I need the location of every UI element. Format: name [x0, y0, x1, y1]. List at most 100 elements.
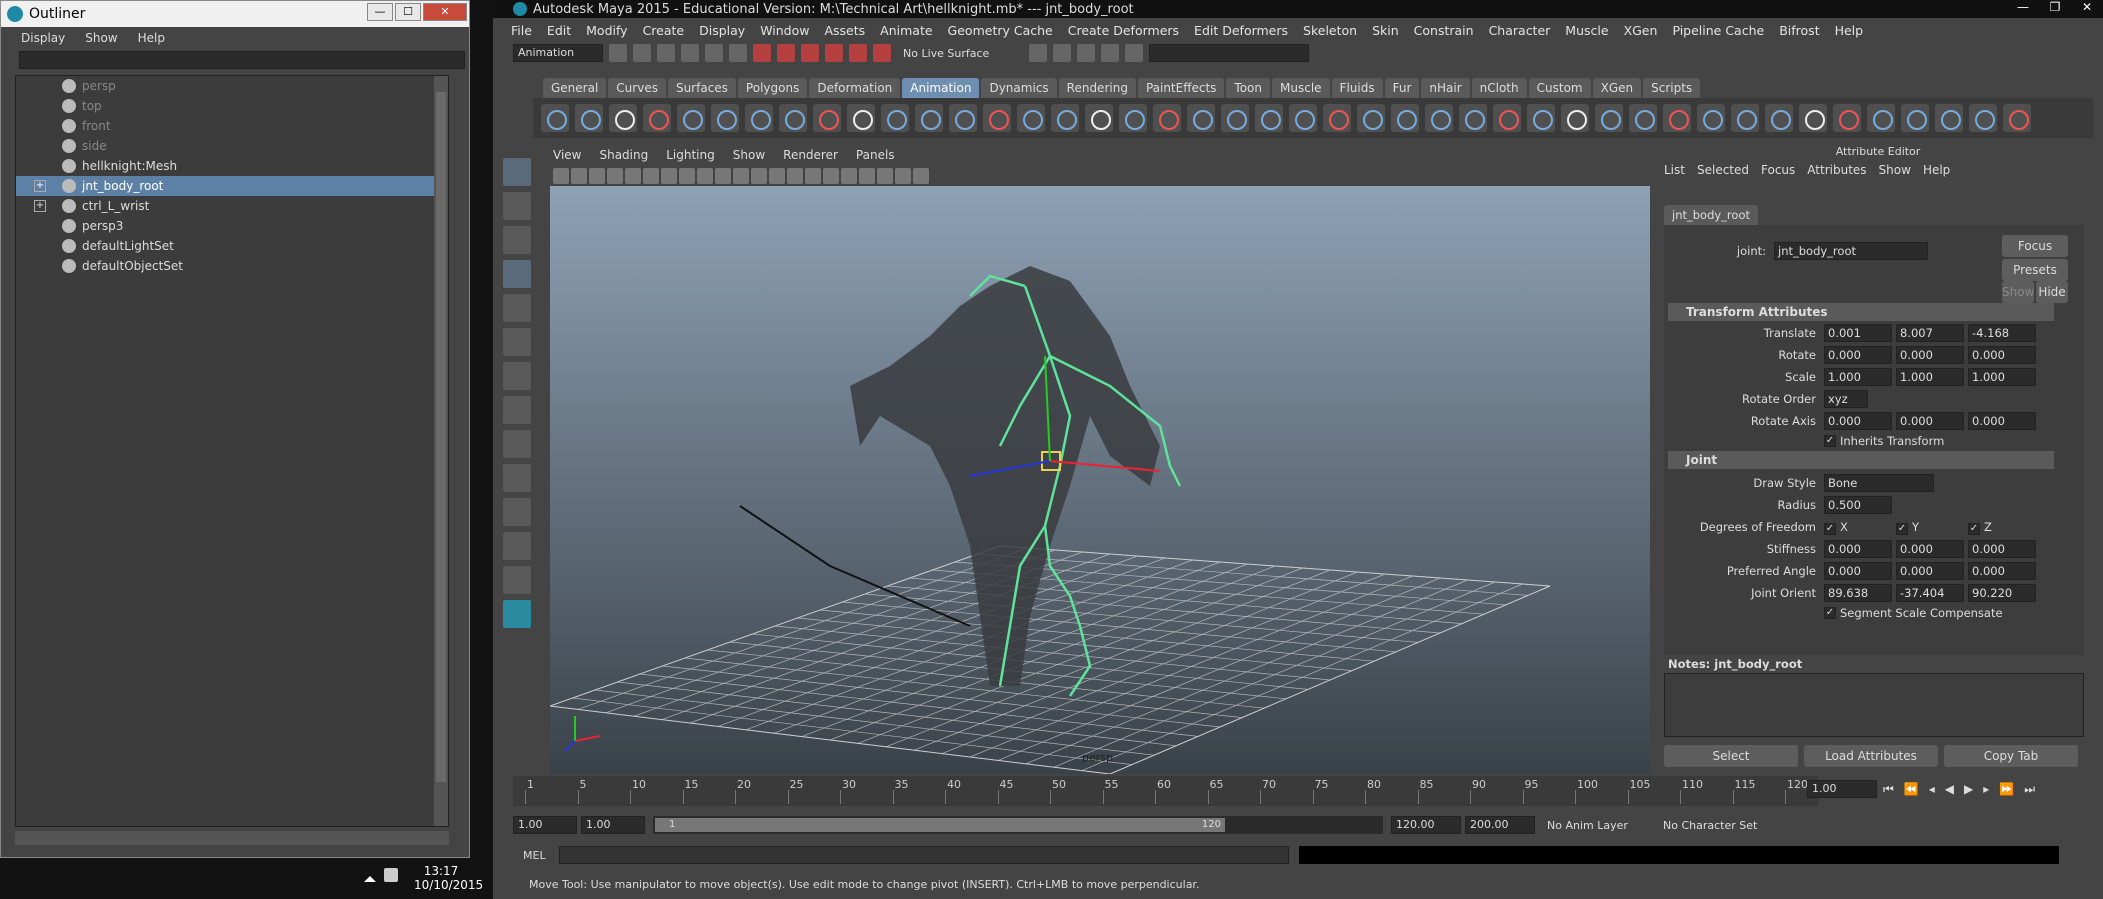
menu-create-deformers[interactable]: Create Deformers	[1068, 23, 1179, 38]
menu-bifrost[interactable]: Bifrost	[1779, 23, 1819, 38]
shelf-tool-icon[interactable]	[677, 104, 705, 132]
inherits-transform-checkbox[interactable]: ✓	[1824, 435, 1836, 447]
shelf-tool-icon[interactable]	[1153, 104, 1181, 132]
speaker-muted-icon[interactable]	[384, 868, 398, 882]
hypershade-icon[interactable]	[503, 566, 531, 594]
rotate-x-field[interactable]: 0.000	[1824, 346, 1892, 364]
translate-y-field[interactable]: 8.007	[1896, 324, 1964, 342]
maya-help-icon[interactable]	[503, 600, 531, 628]
shelf-tool-icon[interactable]	[1935, 104, 1963, 132]
shelf-tool-icon[interactable]	[1663, 104, 1691, 132]
viewport-menu-view[interactable]: View	[553, 148, 581, 166]
shelf-tab-ncloth[interactable]: nCloth	[1471, 78, 1527, 98]
grid-toggle-icon[interactable]	[625, 168, 641, 184]
time-slider[interactable]: 1 5 10 15 20 25 30 35 40 45 50 55 60 65 70 75 80 85 90 95 10…	[513, 776, 1818, 806]
preferred-angle-x-field[interactable]: 0.000	[1824, 562, 1892, 580]
xray-icon[interactable]	[895, 168, 911, 184]
menu-constrain[interactable]: Constrain	[1414, 23, 1474, 38]
wireframe-icon[interactable]	[733, 168, 749, 184]
shelf-tab-xgen[interactable]: XGen	[1592, 78, 1642, 98]
shelf-tab-curves[interactable]: Curves	[608, 78, 666, 98]
shelf-tool-icon[interactable]	[949, 104, 977, 132]
shelf-tab-scripts[interactable]: Scripts	[1643, 78, 1701, 98]
menu-edit-deformers[interactable]: Edit Deformers	[1194, 23, 1288, 38]
smooth-shade-icon[interactable]	[751, 168, 767, 184]
viewport-menu-lighting[interactable]: Lighting	[666, 148, 715, 166]
shelf-tool-icon[interactable]	[1085, 104, 1113, 132]
stiffness-z-field[interactable]: 0.000	[1968, 540, 2036, 558]
select-hierarchy-icon[interactable]	[681, 44, 699, 62]
viewport-menu-show[interactable]: Show	[733, 148, 765, 166]
close-button[interactable]: ✕	[423, 3, 467, 21]
viewport-menu-panels[interactable]: Panels	[856, 148, 895, 166]
go-to-start-icon[interactable]: ⏮	[1883, 782, 1894, 797]
shadows-icon[interactable]	[823, 168, 839, 184]
current-time-field[interactable]: 1.00	[1807, 780, 1877, 798]
shelf-tool-icon[interactable]	[1969, 104, 1997, 132]
snap-grid-icon[interactable]	[753, 44, 771, 62]
ambient-occlusion-icon[interactable]	[841, 168, 857, 184]
maya-minimize-button[interactable]: —	[2007, 0, 2039, 18]
viewport-menu-renderer[interactable]: Renderer	[783, 148, 838, 166]
quick-input-field[interactable]	[1149, 44, 1309, 62]
shelf-tool-icon[interactable]	[1561, 104, 1589, 132]
2d-pan-icon[interactable]	[607, 168, 623, 184]
outliner-menu-display[interactable]: Display	[21, 31, 65, 45]
safe-action-icon[interactable]	[715, 168, 731, 184]
outliner-item[interactable]: persp3	[16, 216, 448, 236]
shelf-tool-icon[interactable]	[745, 104, 773, 132]
camera-attr-icon[interactable]	[553, 168, 569, 184]
shelf-tool-icon[interactable]	[915, 104, 943, 132]
outliner-item[interactable]: + ctrl_L_wrist	[16, 196, 448, 216]
shelf-tool-icon[interactable]	[1357, 104, 1385, 132]
minimize-button[interactable]: —	[367, 3, 393, 21]
rotate-axis-z-field[interactable]: 0.000	[1968, 412, 2036, 430]
shelf-tab-general[interactable]: General	[543, 78, 607, 98]
draw-style-dropdown[interactable]: Bone	[1824, 474, 1934, 492]
snap-curve-icon[interactable]	[777, 44, 795, 62]
dope-sheet-icon[interactable]	[503, 532, 531, 560]
menu-muscle[interactable]: Muscle	[1565, 23, 1608, 38]
make-live-icon[interactable]	[873, 44, 891, 62]
maximize-button[interactable]: ☐	[395, 3, 421, 21]
menu-help[interactable]: Help	[1835, 23, 1864, 38]
shelf-tool-icon[interactable]	[847, 104, 875, 132]
copy-tab-button[interactable]: Copy Tab	[1944, 745, 2078, 767]
menu-edit[interactable]: Edit	[547, 23, 571, 38]
step-back-frame-icon[interactable]: ◂	[1929, 782, 1935, 797]
shelf-tool-icon[interactable]	[541, 104, 569, 132]
shelf-tab-nhair[interactable]: nHair	[1421, 78, 1470, 98]
outliner-vscrollbar[interactable]	[434, 76, 448, 826]
select-component-icon[interactable]	[729, 44, 747, 62]
shelf-tab-deformation[interactable]: Deformation	[809, 78, 901, 98]
move-tool-icon[interactable]	[503, 260, 531, 288]
rotate-axis-y-field[interactable]: 0.000	[1896, 412, 1964, 430]
shelf-tool-icon[interactable]	[1017, 104, 1045, 132]
shelf-tool-icon[interactable]	[575, 104, 603, 132]
render-settings-icon[interactable]	[1101, 44, 1119, 62]
shelf-tool-icon[interactable]	[1799, 104, 1827, 132]
step-forward-frame-icon[interactable]: ▸	[1983, 782, 1989, 797]
shelf-tool-icon[interactable]	[1901, 104, 1929, 132]
shelf-tool-icon[interactable]	[779, 104, 807, 132]
ipr-render-icon[interactable]	[1077, 44, 1095, 62]
perspective-viewport[interactable]: persp	[550, 186, 1650, 774]
expand-icon[interactable]: +	[34, 200, 46, 212]
shelf-tool-icon[interactable]	[1527, 104, 1555, 132]
rotate-axis-x-field[interactable]: 0.000	[1824, 412, 1892, 430]
shelf-tool-icon[interactable]	[609, 104, 637, 132]
graph-persp-icon[interactable]	[503, 498, 531, 526]
lasso-tool-icon[interactable]	[503, 192, 531, 220]
menu-animate[interactable]: Animate	[880, 23, 932, 38]
textured-icon[interactable]	[787, 168, 803, 184]
menu-pipeline-cache[interactable]: Pipeline Cache	[1672, 23, 1764, 38]
save-scene-icon[interactable]	[657, 44, 675, 62]
select-tool-icon[interactable]	[503, 158, 531, 186]
shelf-tool-icon[interactable]	[1697, 104, 1725, 132]
outliner-hscrollbar[interactable]	[15, 831, 449, 845]
range-slider-handle[interactable]: 1 120	[655, 818, 1225, 832]
shelf-tool-icon[interactable]	[2003, 104, 2031, 132]
ae-menu-list[interactable]: List	[1664, 163, 1685, 177]
show-button[interactable]: Show	[2002, 281, 2034, 303]
ae-menu-show[interactable]: Show	[1879, 163, 1911, 177]
